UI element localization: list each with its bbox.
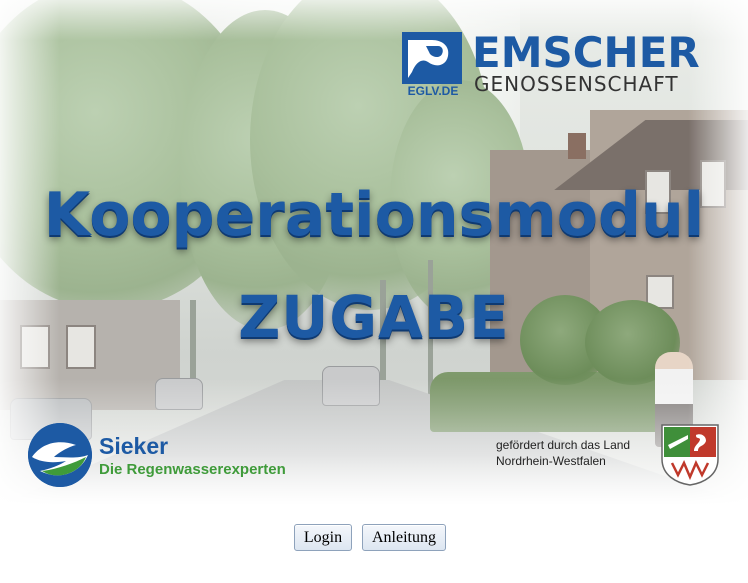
- sieker-name: Sieker: [99, 433, 169, 459]
- emscher-subtitle: GENOSSENSCHAFT: [474, 72, 679, 96]
- funding-note: gefördert durch das Land Nordrhein-Westf…: [496, 437, 630, 469]
- page-title: Kooperationsmodul: [43, 180, 705, 250]
- login-button[interactable]: Login: [294, 524, 352, 551]
- emscher-logo-icon: [402, 32, 462, 84]
- page-subtitle: ZUGABE: [238, 283, 510, 351]
- funding-line-1: gefördert durch das Land: [496, 438, 631, 452]
- sieker-logo: Sieker Die Regenwasserexperten: [28, 423, 298, 489]
- sieker-tagline: Die Regenwasserexperten: [99, 461, 286, 478]
- sieker-logo-icon: [28, 423, 92, 487]
- nrw-crest-icon: [660, 423, 720, 487]
- emscher-web-label: EGLV.DE: [407, 84, 459, 98]
- funding-line-2: Nordrhein-Westfalen: [496, 454, 606, 468]
- emscher-logo: EGLV.DE EMSCHER GENOSSENSCHAFT: [400, 28, 740, 98]
- emscher-name: EMSCHER: [472, 28, 700, 77]
- guide-button[interactable]: Anleitung: [362, 524, 446, 551]
